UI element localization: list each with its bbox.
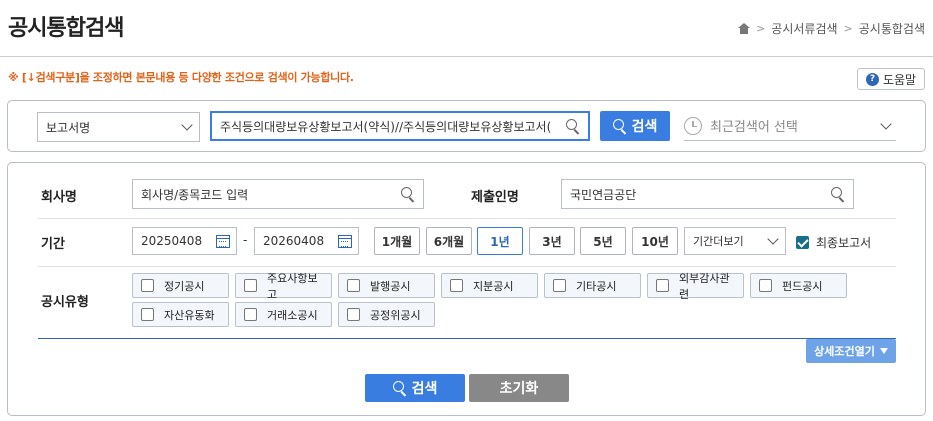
calendar-icon[interactable] [338, 234, 352, 248]
calendar-icon[interactable] [216, 234, 230, 248]
chevron-down-icon [880, 117, 892, 130]
help-button[interactable]: ? 도움말 [857, 68, 925, 90]
search-icon[interactable] [566, 119, 580, 133]
period-more-label: 기간더보기 [693, 235, 744, 248]
date-separator: - [243, 233, 248, 247]
type-audit[interactable]: 외부감사관련 [647, 272, 744, 301]
reset-button[interactable]: 초기화 [469, 374, 569, 402]
company-input[interactable]: 회사명/종목코드 입력 [132, 179, 424, 209]
breadcrumb-item-current: 공시통합검색 [858, 22, 925, 36]
checkbox-icon [141, 279, 154, 292]
date-to-input[interactable]: 20260408 [254, 227, 359, 255]
chevron-down-icon [767, 233, 779, 245]
checkbox-icon [244, 279, 257, 292]
keyword-value: 주식등의대량보유상황보고서(약식)//주식등의대량보유상황보고서( [220, 119, 552, 134]
search-scope-select[interactable]: 보고서명 [37, 112, 200, 142]
filter-search-button[interactable]: 검색 [365, 374, 465, 402]
search-scope-value: 보고서명 [46, 120, 91, 135]
search-button-label: 검색 [631, 119, 658, 135]
period-6m-button[interactable]: 6개월 [426, 227, 472, 255]
final-report-checkbox[interactable]: 최종보고서 [796, 234, 871, 251]
chevron-down-icon [181, 119, 193, 131]
type-equity[interactable]: 지분공시 [441, 273, 538, 298]
search-notice: ※ [↓검색구분]을 조정하면 본문내용 등 다양한 조건으로 검색이 가능합니… [8, 71, 354, 84]
checkbox-icon [347, 279, 360, 292]
row-divider [38, 218, 896, 219]
checkbox-icon [759, 279, 772, 292]
clock-icon [684, 116, 702, 135]
keyword-input[interactable]: 주식등의대량보유상황보고서(약식)//주식등의대량보유상황보고서( [210, 111, 590, 141]
search-icon [392, 381, 407, 395]
recent-search-placeholder: 최근검색어 선택 [710, 120, 798, 135]
type-label-text: 외부감사관련 [679, 271, 730, 301]
type-label-text: 지분공시 [473, 279, 514, 293]
submitter-input[interactable]: 국민연금공단 [561, 179, 854, 209]
type-label-text: 정기공시 [164, 279, 205, 293]
type-label: 공시유형 [41, 295, 89, 310]
type-other[interactable]: 기타공시 [544, 273, 641, 298]
type-abs[interactable]: 자산유동화 [132, 302, 229, 327]
type-label-text: 펀드공시 [782, 279, 823, 293]
period-1y-button[interactable]: 1년 [477, 227, 523, 255]
company-label: 회사명 [41, 190, 77, 205]
type-label-text: 공정위공시 [370, 308, 421, 322]
period-1m-button[interactable]: 1개월 [374, 227, 420, 255]
search-bar-panel: 보고서명 주식등의대량보유상황보고서(약식)//주식등의대량보유상황보고서( 검… [7, 100, 926, 152]
detail-toggle-button[interactable]: 상세조건열기 [806, 339, 896, 363]
chevron-right-icon: > [843, 22, 853, 35]
detail-divider [38, 338, 896, 339]
search-icon[interactable] [831, 187, 845, 201]
type-regular[interactable]: 정기공시 [132, 273, 229, 298]
help-label: 도움말 [882, 72, 917, 87]
submitter-label: 제출인명 [471, 190, 519, 205]
type-label-text: 자산유동화 [164, 308, 215, 322]
type-major[interactable]: 주요사항보고 [235, 272, 332, 301]
header-divider [0, 56, 933, 57]
triangle-down-icon [879, 348, 888, 354]
type-label-text: 거래소공시 [267, 308, 318, 322]
period-10y-button[interactable]: 10년 [632, 227, 678, 255]
search-icon[interactable] [401, 187, 415, 201]
chevron-right-icon: > [756, 22, 766, 35]
checkbox-icon [656, 279, 669, 292]
recent-search-select[interactable]: 최근검색어 선택 [684, 111, 896, 141]
type-fund[interactable]: 펀드공시 [750, 273, 847, 298]
type-ftc[interactable]: 공정위공시 [338, 302, 435, 327]
checkbox-icon [553, 279, 566, 292]
submitter-value: 국민연금공단 [570, 187, 637, 202]
type-label-text: 발행공시 [370, 279, 411, 293]
type-issue[interactable]: 발행공시 [338, 273, 435, 298]
breadcrumb: > 공시서류검색 > 공시통합검색 [738, 20, 925, 37]
checkbox-checked-icon[interactable] [796, 236, 809, 249]
type-label-text: 주요사항보고 [267, 271, 318, 301]
checkbox-icon [141, 308, 154, 321]
type-label-text: 기타공시 [576, 279, 617, 293]
row-divider [38, 266, 896, 267]
final-report-label: 최종보고서 [816, 236, 872, 250]
breadcrumb-item[interactable]: 공시서류검색 [771, 20, 837, 37]
checkbox-icon [347, 308, 360, 321]
company-placeholder: 회사명/종목코드 입력 [141, 187, 249, 202]
detail-toggle-label: 상세조건열기 [814, 345, 875, 358]
date-from-value: 20250408 [141, 234, 203, 248]
filter-search-label: 검색 [411, 381, 438, 397]
period-more-select[interactable]: 기간더보기 [684, 227, 786, 255]
type-exchange[interactable]: 거래소공시 [235, 302, 332, 327]
period-5y-button[interactable]: 5년 [580, 227, 626, 255]
page-title: 공시통합검색 [8, 16, 124, 41]
period-label: 기간 [41, 237, 65, 252]
period-3y-button[interactable]: 3년 [529, 227, 575, 255]
date-from-input[interactable]: 20250408 [132, 227, 237, 255]
date-to-value: 20260408 [263, 234, 325, 248]
filter-panel: 회사명 회사명/종목코드 입력 제출인명 국민연금공단 기간 20250408 … [7, 162, 926, 416]
search-icon [612, 119, 627, 133]
checkbox-icon [244, 308, 257, 321]
home-icon[interactable] [738, 23, 751, 34]
search-button[interactable]: 검색 [600, 111, 670, 141]
checkbox-icon [450, 279, 463, 292]
question-icon: ? [865, 72, 879, 86]
